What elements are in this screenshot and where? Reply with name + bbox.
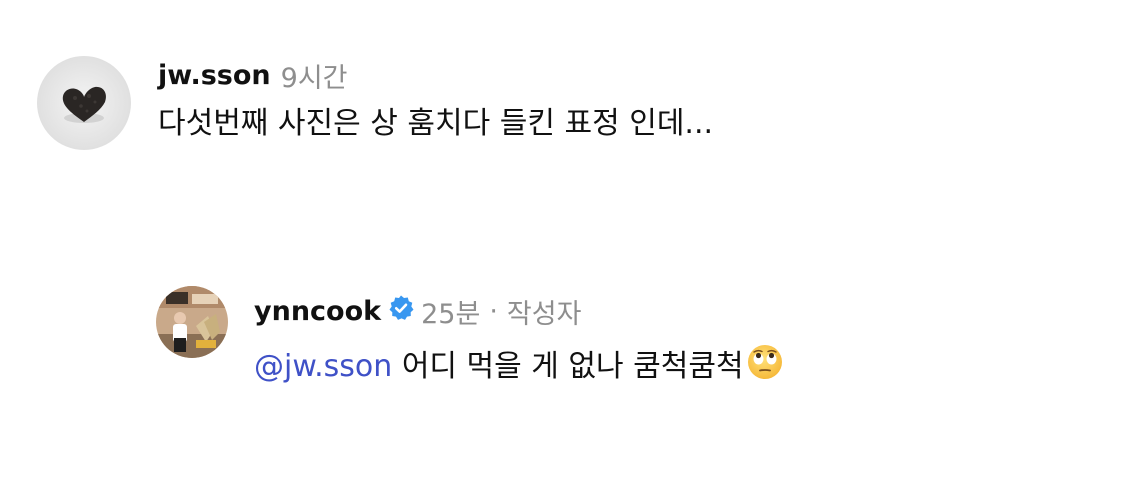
comment-text: @jw.sson 어디 먹을 게 없나 쿰척쿰척 [254,343,784,392]
mention-link[interactable]: @jw.sson [254,349,392,384]
username[interactable]: jw.sson [158,60,271,91]
comment-text: 다섯번째 사진은 상 훔치다 들킨 표정 인데... [158,106,714,141]
photo-avatar-icon [156,286,228,358]
timestamp: 9시간 [280,62,348,94]
avatar[interactable] [37,56,131,150]
timestamp: 25분 [421,298,481,330]
verified-badge-icon [387,294,415,329]
comment-header: ynncook 25분 · 작성자 [254,294,582,330]
face-with-rolling-eyes-icon [746,343,784,392]
avatar[interactable] [156,286,228,358]
heart-shaped-food-icon [37,56,131,150]
username[interactable]: ynncook [254,296,381,327]
separator: · [489,295,498,327]
comment-header: jw.sson 9시간 [158,58,348,94]
reply-text: 어디 먹을 게 없나 쿰척쿰척 [392,349,744,384]
author-badge: 작성자 [506,298,582,330]
